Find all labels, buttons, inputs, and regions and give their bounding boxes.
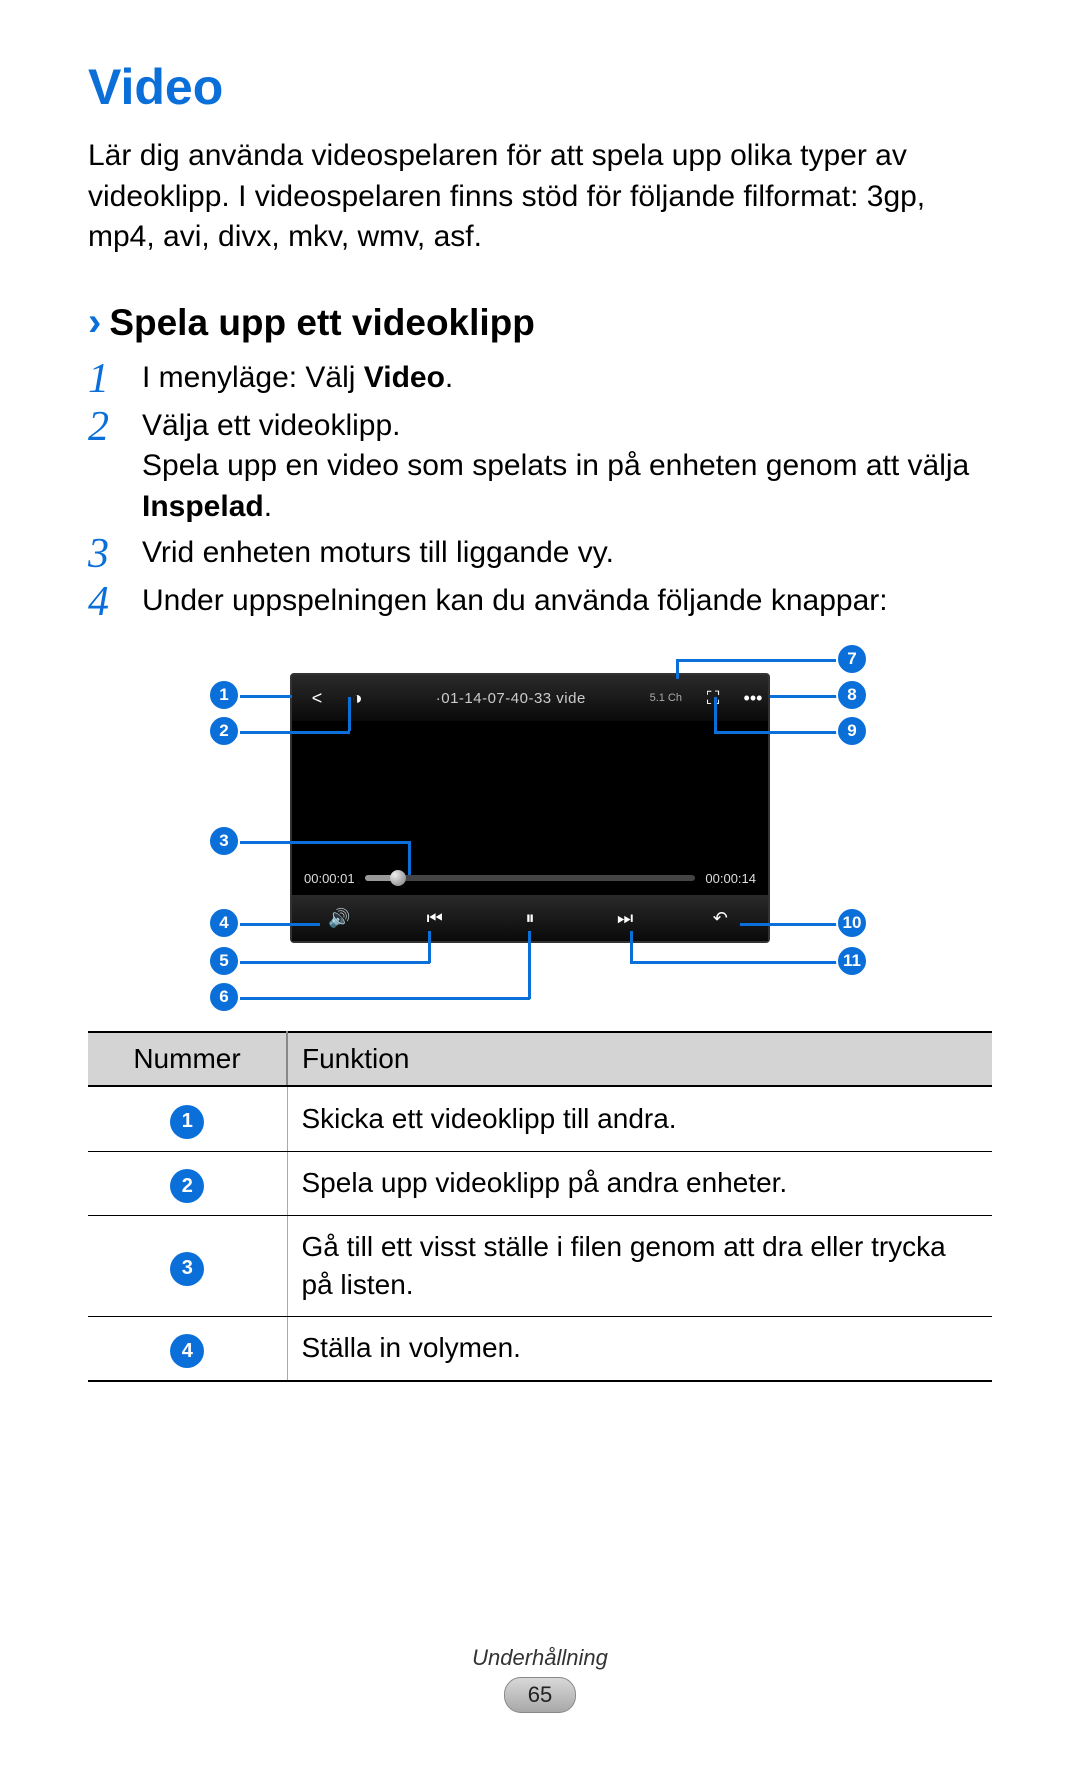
progress-track bbox=[365, 875, 696, 881]
volume-icon: 🔊 bbox=[320, 908, 360, 929]
callout-10: 10 bbox=[836, 907, 868, 939]
table-row: 4 Ställa in volymen. bbox=[88, 1316, 992, 1381]
back-icon: ↶ bbox=[700, 908, 740, 929]
callout-3: 3 bbox=[208, 825, 240, 857]
step-num: 2 bbox=[88, 406, 142, 528]
step-2: 2 Välja ett videoklipp. Spela upp en vid… bbox=[88, 406, 992, 528]
pause-icon: ⏸ bbox=[510, 908, 550, 929]
step-num: 4 bbox=[88, 581, 142, 623]
step-num: 3 bbox=[88, 533, 142, 575]
step-text: Vrid enheten moturs till liggande vy. bbox=[142, 536, 614, 569]
next-icon: ⏭ bbox=[605, 908, 645, 929]
video-player: < ◑ ·01-14-07-40-33 vide 5.1 Ch ⛶ ••• 00… bbox=[290, 673, 770, 943]
fullscreen-icon: ⛶ bbox=[698, 683, 728, 713]
callout-1: 1 bbox=[208, 679, 240, 711]
page-title: Video bbox=[88, 58, 992, 116]
row-text: Skicka ett videoklipp till andra. bbox=[287, 1086, 992, 1151]
step-text: Välja ett videoklipp. Spela upp en video… bbox=[142, 409, 969, 483]
th-number: Nummer bbox=[88, 1032, 287, 1086]
section-heading: › Spela upp ett videoklipp bbox=[88, 302, 992, 344]
steps-list: 1 I menyläge: Välj Video. 2 Välja ett vi… bbox=[88, 358, 992, 624]
step-1: 1 I menyläge: Välj Video. bbox=[88, 358, 992, 400]
step-3: 3 Vrid enheten moturs till liggande vy. bbox=[88, 533, 992, 575]
row-badge: 4 bbox=[170, 1334, 204, 1368]
row-text: Ställa in volymen. bbox=[287, 1316, 992, 1381]
prev-icon: ⏮ bbox=[415, 908, 455, 929]
callout-6: 6 bbox=[208, 981, 240, 1013]
page-number: 65 bbox=[504, 1677, 576, 1713]
step-bold: Inspelad bbox=[142, 490, 264, 523]
share-icon: < bbox=[302, 683, 332, 713]
step-post: . bbox=[445, 361, 453, 394]
player-topbar: < ◑ ·01-14-07-40-33 vide 5.1 Ch ⛶ ••• bbox=[292, 675, 768, 721]
row-text: Gå till ett visst ställe i filen genom a… bbox=[287, 1216, 992, 1317]
callout-4: 4 bbox=[208, 907, 240, 939]
more-icon: ••• bbox=[738, 683, 768, 713]
callout-7: 7 bbox=[836, 643, 868, 675]
callout-8: 8 bbox=[836, 679, 868, 711]
step-post: . bbox=[264, 490, 272, 523]
callout-5: 5 bbox=[208, 945, 240, 977]
table-row: 3 Gå till ett visst ställe i filen genom… bbox=[88, 1216, 992, 1317]
step-text: Under uppspelningen kan du använda följa… bbox=[142, 584, 888, 617]
dlna-icon: ◑ bbox=[342, 683, 372, 713]
player-diagram: < ◑ ·01-14-07-40-33 vide 5.1 Ch ⛶ ••• 00… bbox=[100, 641, 980, 1001]
player-title: ·01-14-07-40-33 vide bbox=[372, 690, 650, 707]
row-badge: 1 bbox=[170, 1105, 204, 1139]
callout-11: 11 bbox=[836, 945, 868, 977]
step-text: I menyläge: Välj bbox=[142, 361, 364, 394]
row-text: Spela upp videoklipp på andra enheter. bbox=[287, 1151, 992, 1216]
time-elapsed: 00:00:01 bbox=[304, 871, 355, 886]
step-4: 4 Under uppspelningen kan du använda föl… bbox=[88, 581, 992, 623]
callout-9: 9 bbox=[836, 715, 868, 747]
section-title: Spela upp ett videoklipp bbox=[109, 302, 535, 344]
table-row: 2 Spela upp videoklipp på andra enheter. bbox=[88, 1151, 992, 1216]
page-footer: Underhållning 65 bbox=[0, 1645, 1080, 1713]
progress-bar-row: 00:00:01 00:00:14 bbox=[292, 861, 768, 895]
channel-label: 5.1 Ch bbox=[650, 692, 682, 704]
chevron-icon: › bbox=[88, 302, 101, 342]
step-bold: Video bbox=[364, 361, 445, 394]
footer-section: Underhållning bbox=[0, 1645, 1080, 1671]
step-num: 1 bbox=[88, 358, 142, 400]
row-badge: 2 bbox=[170, 1169, 204, 1203]
progress-handle bbox=[390, 870, 406, 886]
function-table: Nummer Funktion 1 Skicka ett videoklipp … bbox=[88, 1031, 992, 1382]
intro-paragraph: Lär dig använda videospelaren för att sp… bbox=[88, 136, 992, 258]
row-badge: 3 bbox=[170, 1252, 204, 1286]
video-area bbox=[292, 721, 768, 861]
time-total: 00:00:14 bbox=[705, 871, 756, 886]
callout-2: 2 bbox=[208, 715, 240, 747]
th-function: Funktion bbox=[287, 1032, 992, 1086]
table-row: 1 Skicka ett videoklipp till andra. bbox=[88, 1086, 992, 1151]
